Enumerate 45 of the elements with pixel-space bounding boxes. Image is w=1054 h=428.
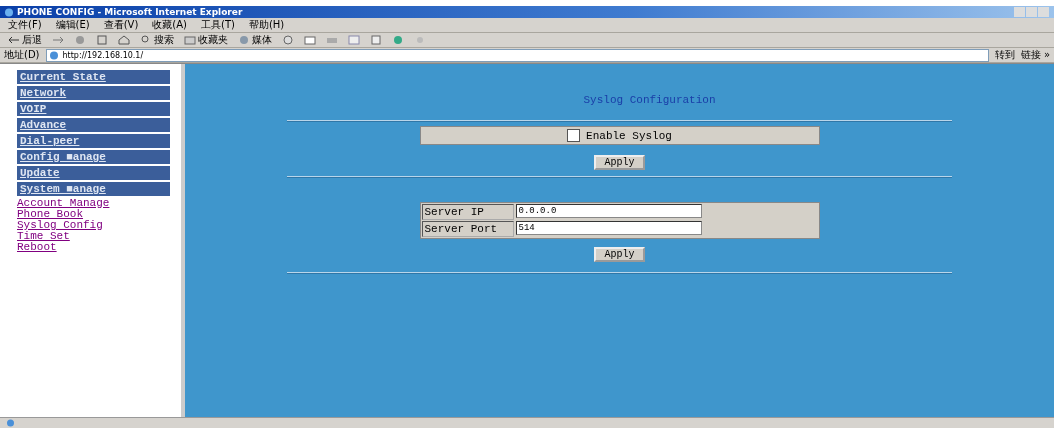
go-button[interactable]: 转到 — [994, 48, 1015, 62]
forward-icon — [52, 35, 64, 45]
toolbar-button[interactable]: 收藏夹 — [184, 33, 228, 47]
menu-item[interactable]: 文件(F) — [8, 18, 42, 32]
address-field[interactable]: http://192.168.10.1/ — [45, 48, 989, 62]
nav-link[interactable]: Phone Book — [17, 209, 83, 220]
nav-section[interactable]: System ■anage — [17, 182, 170, 196]
back-icon — [8, 35, 20, 45]
toolbar-button[interactable]: 媒体 — [238, 33, 272, 47]
enable-checkbox[interactable] — [567, 129, 581, 142]
checkbox-label: Enable Syslog — [586, 129, 672, 142]
nav-section[interactable]: Advance — [17, 118, 170, 132]
nav-link[interactable]: Syslog Config — [17, 220, 103, 231]
toolbar-button[interactable]: 后退 — [8, 33, 42, 47]
toolbar-button[interactable] — [52, 35, 64, 45]
toolbar-button[interactable]: 搜索 — [140, 33, 174, 47]
nav-link[interactable]: Time Set — [17, 231, 70, 242]
field-label: Server IP — [421, 204, 514, 220]
field-label: Server Port — [421, 221, 514, 237]
page-icon — [48, 50, 59, 60]
nav-link[interactable]: Reboot — [17, 242, 57, 253]
menu-item[interactable]: 查看(V) — [103, 18, 139, 32]
nav-section[interactable]: Config ■anage — [17, 150, 170, 164]
nav-link[interactable]: Account Manage — [17, 198, 110, 209]
nav-section[interactable]: Current State — [17, 70, 170, 84]
links-button[interactable]: 链接 » — [1020, 48, 1050, 62]
window-title: PHONE CONFIG - Microsoft Internet Explorer — [17, 7, 243, 17]
text-field[interactable]: 514 — [515, 221, 702, 235]
browser-icon — [4, 7, 14, 17]
apply-button[interactable]: Apply — [594, 155, 645, 170]
menu-item[interactable]: 帮助(H) — [248, 18, 285, 32]
toolbar-button[interactable] — [118, 35, 130, 45]
nav-section[interactable]: Update — [17, 166, 170, 180]
apply-button[interactable]: Apply — [594, 247, 645, 262]
menu-item[interactable]: 收藏(A) — [152, 18, 187, 32]
nav-section[interactable]: VOIP — [17, 102, 170, 116]
address-label: 地址(D) — [4, 48, 40, 62]
nav-section[interactable]: Network — [17, 86, 170, 100]
text-field[interactable]: 0.0.0.0 — [515, 204, 702, 218]
page-icon — [6, 419, 15, 427]
menu-item[interactable]: 工具(T) — [201, 18, 235, 32]
nav-section[interactable]: Dial-peer — [17, 134, 170, 148]
menu-item[interactable]: 编辑(E) — [55, 18, 90, 32]
home-icon — [118, 35, 130, 45]
page-title: Syslog Configuration — [583, 94, 716, 106]
